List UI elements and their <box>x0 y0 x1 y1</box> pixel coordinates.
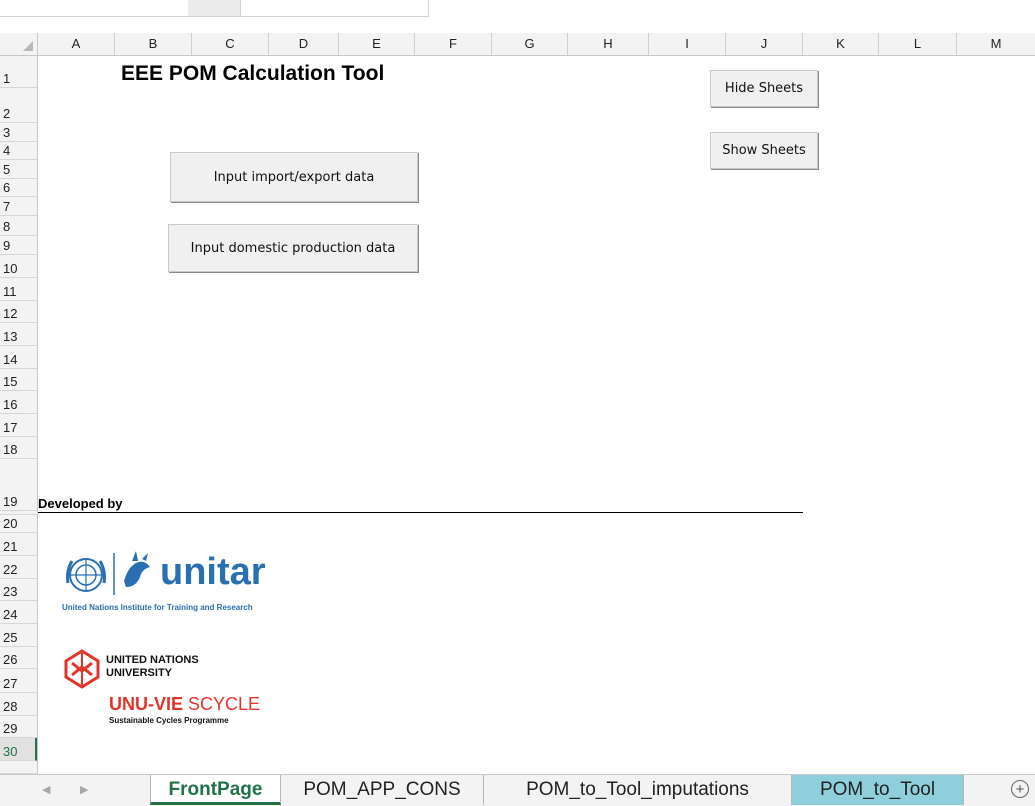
row-header[interactable]: 20 <box>0 515 37 533</box>
row-header[interactable]: 12 <box>0 301 37 323</box>
row-header[interactable]: 6 <box>0 179 37 197</box>
add-sheet-button[interactable]: + <box>1011 780 1029 798</box>
column-header-row: A B C D E F G H I J K L M <box>0 33 1035 56</box>
hide-sheets-button[interactable]: Hide Sheets <box>710 70 818 107</box>
row-header[interactable]: 16 <box>0 391 37 414</box>
row-header[interactable]: 17 <box>0 414 37 437</box>
row-header[interactable]: 8 <box>0 216 37 236</box>
sheet-tab-bar: ◀ ▶ FrontPage POM_APP_CONS POM_to_Tool_i… <box>0 774 1035 806</box>
column-header-l[interactable]: L <box>879 33 957 55</box>
row-header[interactable]: 29 <box>0 716 37 738</box>
row-header-selected[interactable]: 30 <box>0 738 37 761</box>
row-header[interactable]: 23 <box>0 579 37 601</box>
column-header-g[interactable]: G <box>492 33 568 55</box>
row-header[interactable]: 5 <box>0 160 37 179</box>
column-header-a[interactable]: A <box>38 33 115 55</box>
unitar-logo: unitar United Nations Institute for Trai… <box>62 547 302 617</box>
toolbar-strip <box>0 0 1035 17</box>
row-header[interactable]: 25 <box>0 624 37 647</box>
row-header[interactable]: 1 <box>0 56 37 88</box>
select-all-icon <box>23 41 33 51</box>
toolbar-segment <box>188 0 241 17</box>
tab-pom-app-cons[interactable]: POM_APP_CONS <box>281 775 484 805</box>
prev-sheet-icon[interactable]: ◀ <box>42 783 50 796</box>
tab-pom-to-tool[interactable]: POM_to_Tool <box>792 775 964 805</box>
row-header[interactable]: 4 <box>0 142 37 160</box>
column-header-m[interactable]: M <box>957 33 1035 55</box>
unu-name-line2: UNIVERSITY <box>106 667 173 679</box>
column-header-k[interactable]: K <box>803 33 879 55</box>
row-header[interactable]: 26 <box>0 647 37 669</box>
row-header-partial <box>0 761 37 774</box>
scycle-bold: UNU-VIE <box>109 694 184 714</box>
column-header-e[interactable]: E <box>339 33 415 55</box>
row-header-column: 1 2 3 4 5 6 7 8 9 10 11 12 13 14 15 16 1… <box>0 56 38 774</box>
tab-frontpage[interactable]: FrontPage <box>150 775 281 805</box>
row-header[interactable]: 28 <box>0 693 37 716</box>
row-header[interactable]: 22 <box>0 556 37 579</box>
scycle-subtitle: Sustainable Cycles Programme <box>109 716 229 725</box>
scycle-wordmark: UNU-VIE SCYCLE <box>109 694 260 715</box>
tab-pom-to-tool-imputations[interactable]: POM_to_Tool_imputations <box>484 775 792 805</box>
row-header[interactable]: 19 <box>0 459 37 511</box>
unu-name-line1: UNITED NATIONS <box>106 654 199 666</box>
row-header[interactable]: 11 <box>0 278 37 301</box>
column-header-j[interactable]: J <box>726 33 803 55</box>
toolbar-segment <box>0 0 189 17</box>
row-header[interactable]: 18 <box>0 437 37 459</box>
divider <box>38 512 803 513</box>
un-emblem-icon <box>66 551 150 595</box>
input-import-export-button[interactable]: Input import/export data <box>170 152 418 202</box>
row-header[interactable]: 14 <box>0 346 37 369</box>
column-header-c[interactable]: C <box>192 33 269 55</box>
row-header[interactable]: 15 <box>0 369 37 391</box>
row-header[interactable]: 9 <box>0 236 37 255</box>
row-header[interactable]: 21 <box>0 533 37 556</box>
column-header-f[interactable]: F <box>415 33 492 55</box>
row-header[interactable]: 24 <box>0 601 37 624</box>
unitar-wordmark: unitar <box>160 551 266 593</box>
unitar-subtitle: United Nations Institute for Training an… <box>62 603 253 612</box>
input-domestic-production-button[interactable]: Input domestic production data <box>168 224 418 272</box>
scycle-rest: SCYCLE <box>183 694 261 714</box>
column-header-b[interactable]: B <box>115 33 192 55</box>
unu-scycle-logo: UNITED NATIONS UNIVERSITY UNU-VIE SCYCLE… <box>62 649 302 749</box>
show-sheets-button[interactable]: Show Sheets <box>710 132 818 169</box>
row-header[interactable]: 13 <box>0 323 37 346</box>
toolbar-segment <box>240 0 429 17</box>
row-header[interactable]: 10 <box>0 255 37 278</box>
unu-emblem-icon <box>64 649 100 689</box>
developed-by-label: Developed by <box>38 496 123 511</box>
select-all-button[interactable] <box>0 33 38 55</box>
column-header-i[interactable]: I <box>649 33 726 55</box>
column-header-d[interactable]: D <box>269 33 339 55</box>
row-header[interactable]: 27 <box>0 669 37 693</box>
next-sheet-icon[interactable]: ▶ <box>80 783 88 796</box>
row-header[interactable]: 3 <box>0 123 37 142</box>
row-header[interactable]: 2 <box>0 88 37 123</box>
sheet-title: EEE POM Calculation Tool <box>121 62 385 85</box>
row-header[interactable]: 7 <box>0 197 37 216</box>
column-header-h[interactable]: H <box>568 33 649 55</box>
worksheet-grid[interactable]: EEE POM Calculation Tool Hide Sheets Sho… <box>38 56 1035 774</box>
